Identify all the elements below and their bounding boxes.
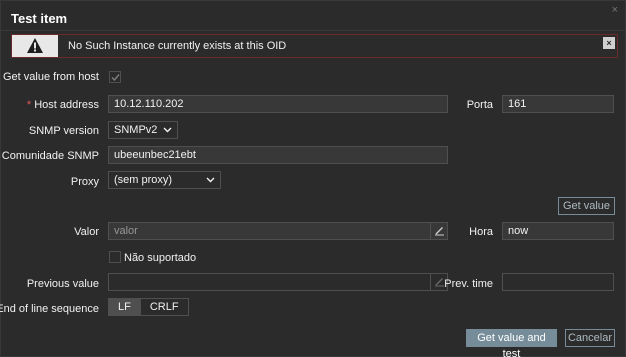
- eol-option-lf[interactable]: LF: [109, 299, 140, 315]
- proxy-select[interactable]: (sem proxy): [108, 171, 221, 189]
- error-message: No Such Instance currently exists at thi…: [11, 34, 618, 58]
- port-input[interactable]: 161: [502, 95, 614, 113]
- community-label: Comunidade SNMP: [1, 150, 99, 162]
- value-input[interactable]: valor: [108, 222, 448, 240]
- value-input-placeholder: valor: [114, 225, 138, 237]
- not-supported-label: Não suportado: [124, 252, 197, 264]
- prev-time-input: [502, 273, 614, 291]
- close-icon[interactable]: ×: [612, 4, 618, 16]
- test-item-dialog: Test item × No Such Instance currently e…: [0, 0, 626, 357]
- error-message-text: No Such Instance currently exists at thi…: [68, 40, 287, 52]
- time-input[interactable]: now: [502, 222, 614, 240]
- proxy-value: (sem proxy): [114, 174, 173, 186]
- chevron-down-icon: [206, 177, 215, 183]
- host-address-label-wrap: * Host address: [27, 99, 99, 111]
- time-label: Hora: [469, 226, 493, 238]
- message-close-icon[interactable]: ×: [603, 37, 615, 49]
- not-supported-checkbox[interactable]: [109, 251, 121, 263]
- required-mark: *: [26, 99, 32, 111]
- chevron-down-icon: [163, 127, 172, 133]
- community-label-wrap: * Comunidade SNMP: [0, 150, 99, 162]
- cancel-button[interactable]: Cancelar: [565, 329, 615, 347]
- prev-time-label: Prev. time: [444, 278, 493, 290]
- proxy-label: Proxy: [70, 176, 99, 188]
- host-address-label: Host address: [34, 99, 99, 111]
- snmp-version-select[interactable]: SNMPv2: [108, 121, 178, 139]
- title-divider: [1, 30, 625, 31]
- eol-label: End of line sequence: [0, 303, 99, 315]
- previous-value-input: [108, 273, 448, 291]
- get-value-button[interactable]: Get value: [558, 197, 615, 215]
- value-label: Valor: [74, 226, 99, 238]
- snmp-version-value: SNMPv2: [114, 124, 158, 136]
- previous-value-label: Previous value: [26, 278, 99, 290]
- get-value-from-host-label: Get value from host: [3, 71, 99, 83]
- get-value-and-test-button[interactable]: Get value and test: [466, 329, 557, 357]
- eol-option-crlf[interactable]: CRLF: [141, 299, 188, 315]
- warning-icon: [12, 35, 58, 57]
- snmp-version-label: SNMP version: [28, 125, 99, 137]
- get-value-from-host-checkbox[interactable]: [109, 71, 121, 83]
- port-label: Porta: [466, 99, 493, 111]
- community-input[interactable]: ubeeunbec21ebt: [108, 146, 448, 164]
- host-address-input[interactable]: 10.12.110.202: [108, 95, 448, 113]
- pencil-icon[interactable]: [430, 223, 447, 239]
- dialog-title: Test item: [11, 11, 68, 26]
- eol-toggle: LF CRLF: [108, 298, 189, 316]
